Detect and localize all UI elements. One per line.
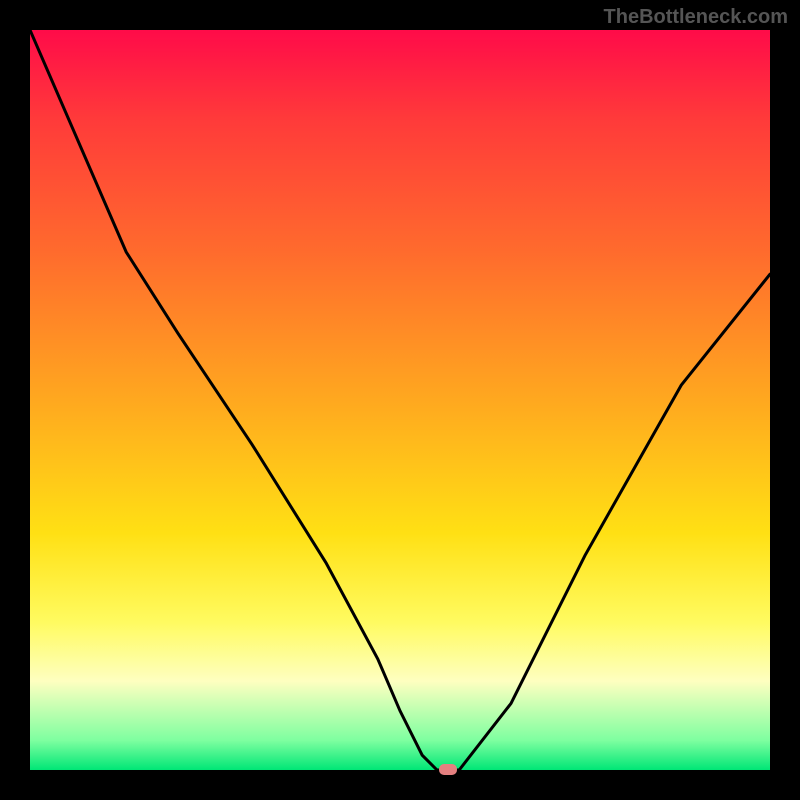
chart-curve-svg	[30, 30, 770, 770]
chart-plot-area	[30, 30, 770, 770]
chart-curve-path	[30, 30, 770, 770]
chart-marker	[439, 764, 457, 775]
watermark-text: TheBottleneck.com	[604, 6, 788, 29]
